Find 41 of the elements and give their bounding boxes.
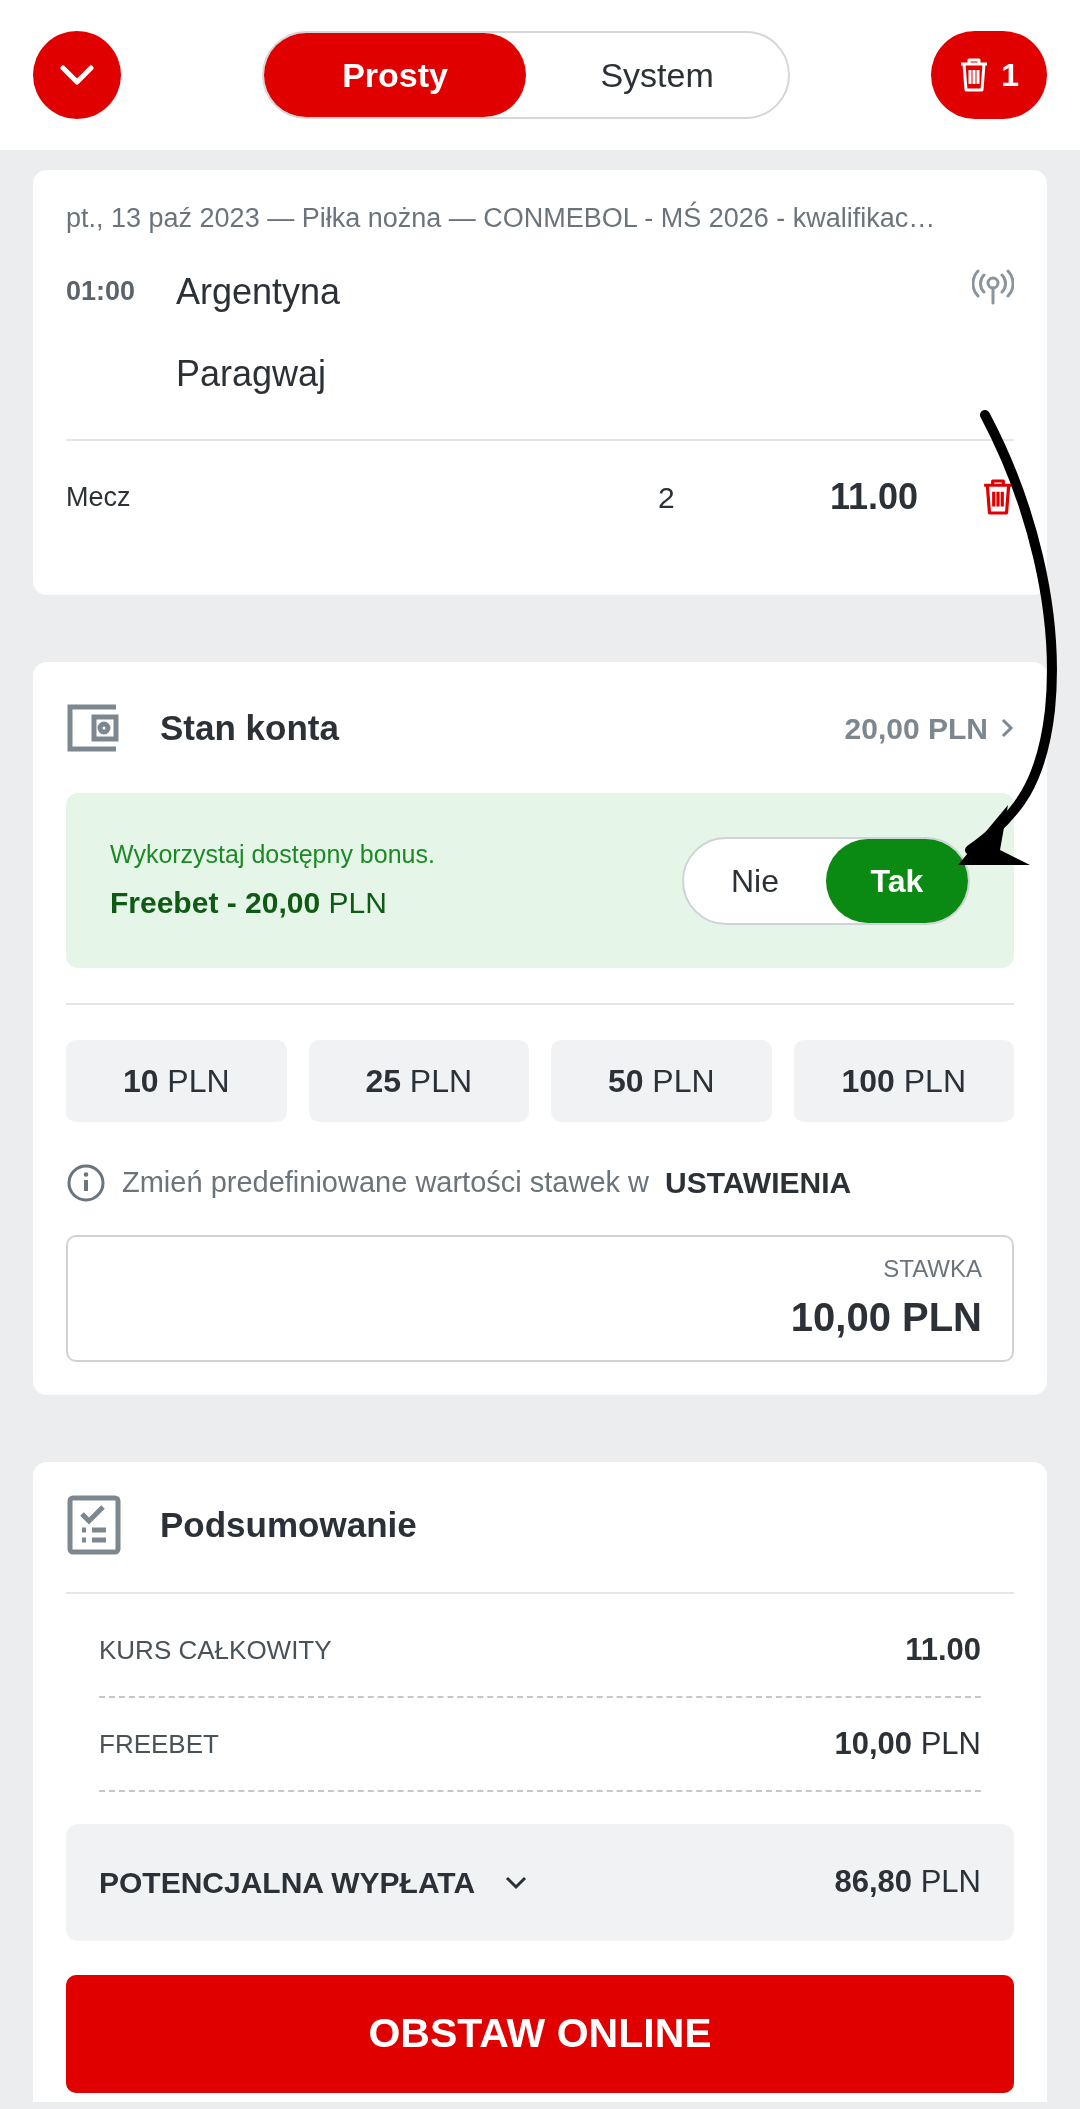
summary-value: 11.00 — [905, 1630, 981, 1669]
stake-preset-button[interactable]: 100 PLN — [793, 1040, 1014, 1122]
checklist-icon — [66, 1494, 122, 1556]
match-time: 01:00 — [66, 274, 137, 308]
place-bet-button[interactable]: OBSTAW ONLINE — [66, 1975, 1014, 2093]
bonus-hint: Wykorzystaj dostępny bonus. — [110, 839, 436, 871]
toggle-option[interactable]: Tak — [826, 838, 968, 923]
summary-label: FREEBET — [99, 1727, 220, 1761]
info-text: Zmień predefiniowane wartości stawek w — [122, 1164, 650, 1200]
wallet-icon — [66, 703, 122, 753]
payout-value: 86,80 PLN — [834, 1863, 981, 1902]
stake-preset-button[interactable]: 10 PLN — [66, 1040, 287, 1122]
info-icon — [66, 1162, 106, 1203]
selection: 2 — [658, 479, 676, 516]
section-title: Stan konta — [160, 706, 341, 749]
odds-value: 11.00 — [828, 475, 918, 519]
trash-icon — [959, 57, 990, 93]
stake-field[interactable]: STAWKA 10,00 PLN — [66, 1235, 1014, 1362]
betslip-count-button[interactable]: 1 — [931, 31, 1047, 119]
settings-link[interactable]: USTAWIENIA — [665, 1160, 852, 1205]
chevron-down-icon — [60, 65, 94, 85]
chevron-right-icon — [1000, 717, 1014, 739]
team-name: Argentyna — [176, 269, 342, 314]
team-name: Paragwaj — [176, 351, 328, 396]
tab[interactable]: Prosty — [264, 33, 527, 117]
summary-value: 10,00 PLN — [834, 1724, 981, 1763]
bonus-offer: Freebet - 20,00 PLN — [110, 884, 388, 921]
toggle-option[interactable]: Nie — [684, 838, 826, 923]
summary-label: KURS CAŁKOWITY — [99, 1633, 333, 1667]
payout-panel[interactable]: POTENCJALNA WYPŁATA 86,80 PLN — [66, 1824, 1014, 1941]
live-broadcast-icon — [972, 268, 1014, 305]
stake-preset-button[interactable]: 25 PLN — [308, 1040, 529, 1122]
section-title: Podsumowanie — [160, 1503, 417, 1546]
balance-link[interactable]: 20,00 PLN — [844, 705, 1014, 751]
event-info: pt., 13 paź 2023 — Piłka nożna — CONMEBOL - MŚ 2026 - kwalifikac… — [66, 200, 937, 235]
payout-label: POTENCJALNA WYPŁATA — [99, 1865, 476, 1901]
chevron-down-icon — [505, 1875, 528, 1890]
stake-preset-button[interactable]: 50 PLN — [551, 1040, 772, 1122]
delete-icon[interactable] — [982, 477, 1014, 517]
market-name: Mecz — [66, 480, 132, 514]
tab[interactable]: System — [526, 33, 789, 117]
